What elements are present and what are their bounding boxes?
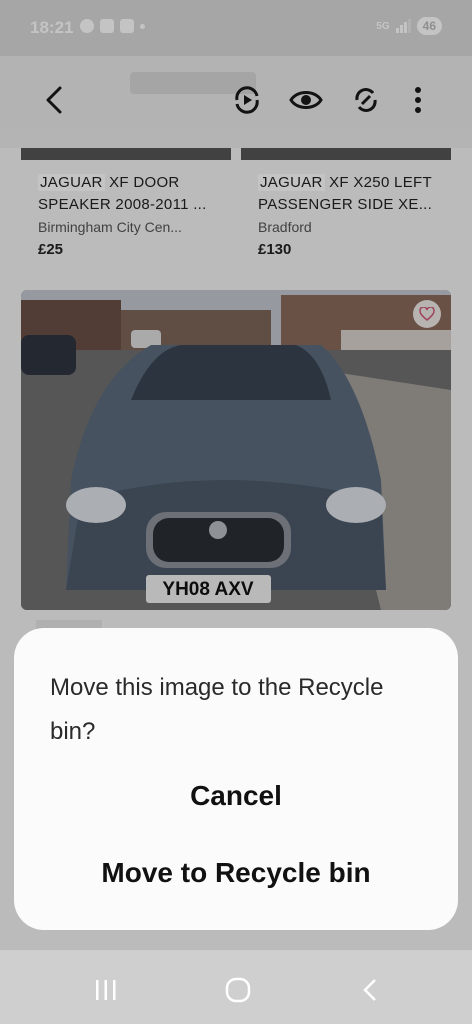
cancel-button[interactable]: Cancel bbox=[14, 780, 458, 812]
home-icon bbox=[225, 977, 251, 1003]
move-to-recycle-bin-button[interactable]: Move to Recycle bin bbox=[14, 857, 458, 889]
system-nav-bar bbox=[0, 950, 472, 1024]
system-back-button[interactable] bbox=[350, 972, 390, 1008]
recycle-bin-dialog: Move this image to the Recycle bin? Canc… bbox=[14, 628, 458, 930]
recent-apps-icon bbox=[96, 980, 116, 1000]
screen: 18:21 5G 46 JAGUAR XF DOOR SPEAKER 2008-… bbox=[0, 0, 472, 1024]
system-back-icon bbox=[363, 979, 376, 1001]
dialog-message: Move this image to the Recycle bin? bbox=[50, 674, 384, 745]
home-button[interactable] bbox=[218, 972, 258, 1008]
recent-apps-button[interactable] bbox=[86, 972, 126, 1008]
